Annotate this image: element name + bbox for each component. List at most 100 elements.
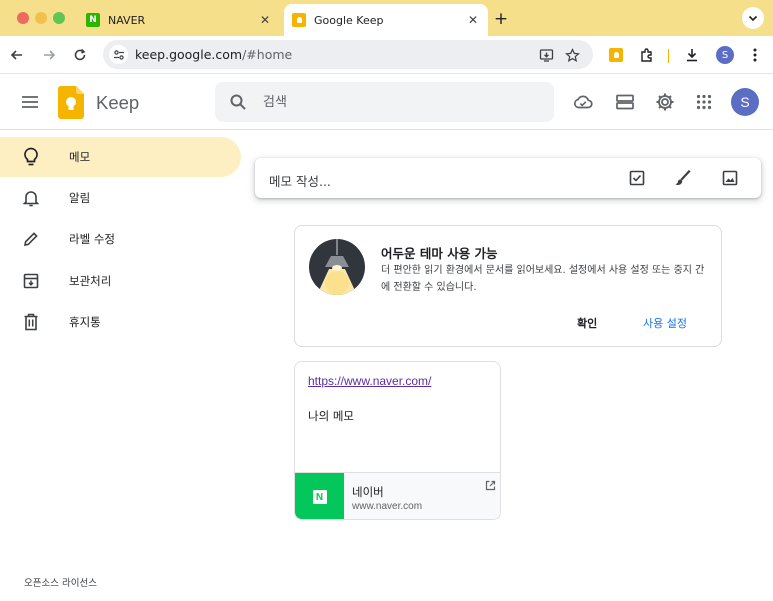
arrow-right-icon xyxy=(44,50,56,60)
downloads-button[interactable] xyxy=(682,45,702,65)
note-body: 나의 메모 xyxy=(308,409,354,423)
account-avatar[interactable]: S xyxy=(731,88,759,116)
download-icon xyxy=(687,49,697,62)
forward-button[interactable] xyxy=(38,44,60,66)
new-list-button[interactable] xyxy=(627,168,647,188)
promo-title: 어두운 테마 사용 가능 xyxy=(381,246,498,261)
open-link-button[interactable] xyxy=(484,479,496,491)
promo-enable-button[interactable]: 사용 설정 xyxy=(643,312,687,334)
tab-close-icon[interactable]: ✕ xyxy=(256,11,274,29)
url-host: keep.google.com xyxy=(135,47,243,62)
brush-icon xyxy=(675,169,691,185)
search-input[interactable] xyxy=(263,93,533,111)
view-list-icon xyxy=(616,94,634,110)
address-bar[interactable]: keep.google.com/#home xyxy=(103,40,593,69)
browser-tab-bar: N NAVER ✕ Google Keep ✕ + xyxy=(0,0,773,36)
naver-logo-icon: N xyxy=(312,490,327,504)
naver-favicon-icon: N xyxy=(86,13,100,27)
install-app-button[interactable] xyxy=(537,46,555,64)
link-preview[interactable]: N 네이버 www.naver.com xyxy=(295,472,500,519)
settings-button[interactable] xyxy=(654,91,676,113)
link-preview-title: 네이버 xyxy=(352,485,384,499)
install-icon xyxy=(539,48,553,62)
note-link[interactable]: https://www.naver.com/ xyxy=(308,374,431,388)
bell-icon xyxy=(21,188,41,208)
checkbox-icon xyxy=(629,170,645,186)
browser-toolbar: keep.google.com/#home S xyxy=(0,36,773,74)
browser-profile-button[interactable]: S xyxy=(715,45,735,65)
archive-icon xyxy=(21,271,41,291)
sidebar-item-label: 휴지통 xyxy=(69,315,101,329)
window-close-button[interactable] xyxy=(17,12,29,24)
gear-icon xyxy=(656,93,674,111)
image-icon xyxy=(722,170,738,186)
link-preview-domain: www.naver.com xyxy=(352,501,423,512)
lamp-illustration-icon xyxy=(309,239,365,295)
url-text[interactable]: keep.google.com/#home xyxy=(135,47,292,62)
take-note-box[interactable]: 메모 작성... xyxy=(255,158,761,198)
back-button[interactable] xyxy=(6,44,28,66)
url-path: /#home xyxy=(242,47,293,62)
keep-logo-icon xyxy=(58,86,84,119)
tab-google-keep[interactable]: Google Keep ✕ xyxy=(284,4,488,36)
extensions-button[interactable] xyxy=(637,45,657,65)
keep-extension-icon xyxy=(609,48,623,62)
sidebar-item-archive[interactable]: 보관처리 xyxy=(0,261,241,301)
promo-description: 더 편안한 읽기 환경에서 문서를 읽어보세요. 설정에서 사용 설정 또는 중… xyxy=(381,265,705,293)
link-preview-thumbnail: N xyxy=(295,473,344,519)
more-vertical-icon xyxy=(753,48,757,62)
reload-icon xyxy=(74,48,86,61)
tab-search-button[interactable] xyxy=(742,7,764,29)
sync-button[interactable] xyxy=(572,91,594,113)
dark-theme-promo-card: 어두운 테마 사용 가능 더 편안한 읽기 환경에서 문서를 읽어보세요. 설정… xyxy=(294,225,722,347)
tune-icon xyxy=(113,49,124,60)
sidebar-item-reminders[interactable]: 알림 xyxy=(0,178,241,218)
profile-avatar: S xyxy=(716,46,734,64)
sidebar-item-label: 알림 xyxy=(69,191,91,205)
take-note-placeholder: 메모 작성... xyxy=(269,174,331,189)
sidebar-item-label: 메모 xyxy=(69,150,91,164)
bookmark-button[interactable] xyxy=(563,46,581,64)
external-link-icon xyxy=(485,480,495,490)
new-tab-button[interactable]: + xyxy=(490,8,512,30)
open-source-licenses-link[interactable]: 오픈소스 라이선스 xyxy=(24,575,97,589)
keep-extension-button[interactable] xyxy=(606,45,626,65)
note-card[interactable]: https://www.naver.com/ 나의 메모 N 네이버 www.n… xyxy=(294,361,501,520)
keep-favicon-icon xyxy=(292,13,306,27)
search-bar xyxy=(215,82,554,122)
keep-header: Keep S xyxy=(0,74,773,130)
promo-confirm-button[interactable]: 확인 xyxy=(577,312,597,334)
list-view-button[interactable] xyxy=(614,91,636,113)
tab-title: NAVER xyxy=(108,13,146,27)
sidebar-item-trash[interactable]: 휴지통 xyxy=(0,302,241,342)
tab-title: Google Keep xyxy=(314,13,384,27)
sidebar-item-label: 라벨 수정 xyxy=(69,232,115,246)
sidebar-item-edit-labels[interactable]: 라벨 수정 xyxy=(0,219,241,259)
reload-button[interactable] xyxy=(69,44,91,66)
window-minimize-button[interactable] xyxy=(35,12,47,24)
app-title: Keep xyxy=(96,92,140,113)
site-info-button[interactable] xyxy=(109,45,128,64)
puzzle-icon xyxy=(641,48,652,62)
lightbulb-icon xyxy=(21,147,41,167)
new-image-note-button[interactable] xyxy=(720,168,740,188)
menu-icon xyxy=(22,96,38,108)
main-menu-button[interactable] xyxy=(14,88,46,116)
toolbar-separator xyxy=(668,49,669,63)
sidebar-item-notes[interactable]: 메모 xyxy=(0,137,241,177)
star-icon xyxy=(564,47,580,62)
browser-menu-button[interactable] xyxy=(745,45,765,65)
arrow-left-icon xyxy=(10,50,22,60)
tab-naver[interactable]: N NAVER ✕ xyxy=(78,4,280,36)
cloud-done-icon xyxy=(574,95,593,109)
sidebar-item-label: 보관처리 xyxy=(69,274,112,288)
search-icon[interactable] xyxy=(228,92,248,112)
tab-close-icon[interactable]: ✕ xyxy=(464,11,482,29)
window-zoom-button[interactable] xyxy=(53,12,65,24)
chevron-down-icon xyxy=(748,15,758,22)
trash-icon xyxy=(21,312,41,332)
pencil-icon xyxy=(21,229,41,249)
new-drawing-button[interactable] xyxy=(673,168,693,188)
google-apps-button[interactable] xyxy=(693,91,715,113)
apps-grid-icon xyxy=(696,94,712,110)
